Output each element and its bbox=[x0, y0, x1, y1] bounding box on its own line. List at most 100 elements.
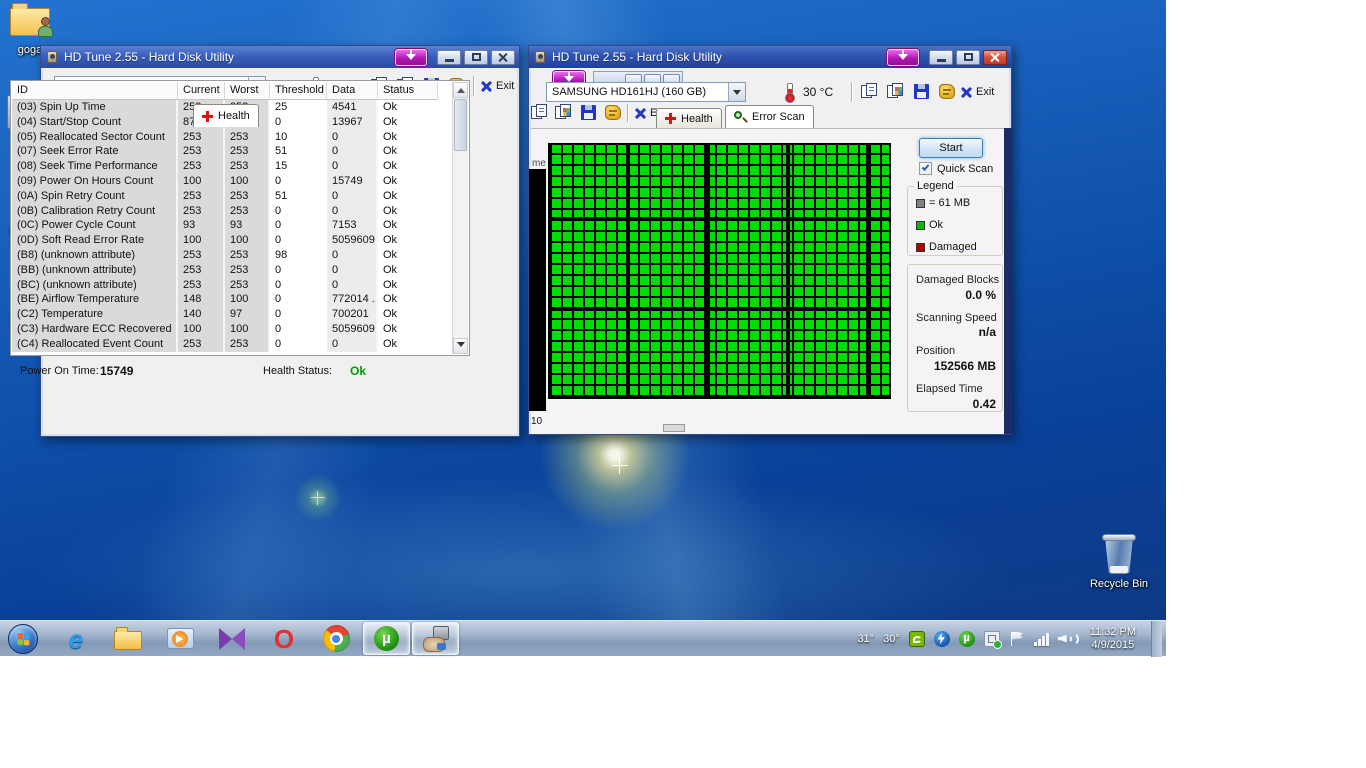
drive-selector[interactable]: SAMSUNG HD161HJ (160 GB) bbox=[546, 82, 746, 102]
action-center-flag-icon[interactable] bbox=[1009, 631, 1025, 647]
health-icon bbox=[665, 113, 676, 124]
smart-cell: (BE) Airflow Temperature bbox=[12, 292, 178, 307]
tab-health[interactable]: Health bbox=[193, 104, 259, 127]
start-button[interactable] bbox=[8, 624, 38, 654]
smart-attribute-row[interactable]: (C4) Reallocated Event Count25325300Ok bbox=[12, 337, 438, 352]
smart-cell: Ok bbox=[378, 115, 438, 130]
smart-attribute-row[interactable]: (0B) Calibration Retry Count25325300Ok bbox=[12, 204, 438, 219]
hdtune-drop-button[interactable] bbox=[395, 49, 427, 66]
smart-cell: 253 bbox=[225, 263, 270, 278]
smart-cell: 0 bbox=[327, 130, 378, 145]
taskbar-icon-hdtune-active[interactable] bbox=[412, 622, 459, 655]
smart-cell: (07) Seek Error Rate bbox=[12, 144, 178, 159]
desktop-icon-user-folder[interactable] bbox=[10, 8, 50, 36]
smart-attribute-row[interactable]: (07) Seek Error Rate253253510Ok bbox=[12, 144, 438, 159]
legend-green-swatch bbox=[916, 221, 925, 230]
col-header-id[interactable]: ID bbox=[12, 82, 178, 99]
show-desktop-button[interactable] bbox=[1151, 621, 1162, 657]
artifact-text: me bbox=[532, 158, 546, 169]
col-header-threshold[interactable]: Threshold bbox=[270, 82, 327, 99]
clock[interactable]: 11:32 PM 4/9/2015 bbox=[1084, 626, 1142, 652]
smart-attribute-row[interactable]: (BB) (unknown attribute)25325300Ok bbox=[12, 263, 438, 278]
col-header-worst[interactable]: Worst bbox=[225, 82, 270, 99]
smart-cell: 100 bbox=[178, 322, 225, 337]
taskbar-icon-explorer[interactable] bbox=[108, 622, 148, 656]
smart-cell: 0 bbox=[327, 337, 378, 352]
legend-label: Ok bbox=[929, 219, 943, 231]
smart-attribute-row[interactable]: (B8) (unknown attribute)253253980Ok bbox=[12, 248, 438, 263]
smart-attribute-row[interactable]: (0C) Power Cycle Count939307153Ok bbox=[12, 218, 438, 233]
smart-attribute-row[interactable]: (C3) Hardware ECC Recovered1001000505960… bbox=[12, 322, 438, 337]
thermometer-icon bbox=[787, 83, 793, 99]
blue-utility-tray-icon[interactable] bbox=[934, 631, 950, 647]
exit-x-icon bbox=[961, 87, 972, 98]
tab-health[interactable]: Health bbox=[656, 108, 722, 128]
network-signal-icon[interactable] bbox=[1034, 632, 1049, 646]
exit-button[interactable]: Exit bbox=[961, 86, 994, 98]
start-scan-button[interactable]: Start bbox=[919, 138, 983, 158]
smart-cell: Ok bbox=[378, 263, 438, 278]
scanning-speed-label: Scanning Speed bbox=[916, 312, 997, 324]
minimize-button[interactable] bbox=[929, 50, 953, 65]
safely-remove-usb-icon[interactable] bbox=[984, 631, 1000, 647]
smart-attribute-row[interactable]: (BC) (unknown attribute)25325300Ok bbox=[12, 278, 438, 293]
utorrent-tray-icon[interactable]: µ bbox=[959, 631, 975, 647]
smart-attribute-row[interactable]: (0D) Soft Read Error Rate10010005059609O… bbox=[12, 233, 438, 248]
smart-attribute-row[interactable]: (C2) Temperature140970700201Ok bbox=[12, 307, 438, 322]
smart-cell: 253 bbox=[178, 263, 225, 278]
close-button[interactable] bbox=[491, 50, 515, 65]
taskbar-icon-internet-explorer[interactable]: e bbox=[56, 622, 96, 656]
col-header-status[interactable]: Status bbox=[378, 82, 438, 99]
artifact-exit-button: E bbox=[635, 107, 657, 119]
health-status-value: Ok bbox=[350, 364, 366, 378]
smart-attribute-row[interactable]: (09) Power On Hours Count100100015749Ok bbox=[12, 174, 438, 189]
desktop-icon-recycle-bin[interactable] bbox=[1102, 532, 1136, 576]
taskbar-icon-chrome[interactable] bbox=[316, 622, 356, 656]
smart-attribute-row[interactable]: (0A) Spin Retry Count253253510Ok bbox=[12, 189, 438, 204]
maximize-button[interactable] bbox=[956, 50, 980, 65]
volume-icon[interactable] bbox=[1058, 631, 1075, 647]
col-header-data[interactable]: Data bbox=[327, 82, 378, 99]
tab-error-scan[interactable]: Error Scan bbox=[725, 105, 814, 128]
table-scrollbar[interactable] bbox=[452, 82, 468, 354]
nvidia-tray-icon[interactable] bbox=[909, 631, 925, 647]
wallpaper-sparkle bbox=[612, 458, 628, 474]
desktop-icon-label[interactable]: Recycle Bin bbox=[1086, 578, 1152, 590]
hdtune-drop-button[interactable] bbox=[887, 49, 919, 66]
maximize-button[interactable] bbox=[464, 50, 488, 65]
close-button[interactable] bbox=[983, 50, 1007, 65]
save-icon[interactable] bbox=[914, 84, 936, 104]
window-titlebar[interactable]: HD Tune 2.55 - Hard Disk Utility bbox=[529, 46, 1011, 68]
smart-attribute-row[interactable]: (BE) Airflow Temperature1481000772014 ..… bbox=[12, 292, 438, 307]
smart-attribute-row[interactable]: (05) Reallocated Sector Count253253100Ok bbox=[12, 130, 438, 145]
options-icon[interactable] bbox=[939, 84, 961, 104]
quick-scan-checkbox[interactable]: Quick Scan bbox=[919, 162, 993, 175]
legend-title: Legend bbox=[914, 180, 957, 192]
window-titlebar[interactable]: HD Tune 2.55 - Hard Disk Utility bbox=[41, 46, 519, 68]
dropdown-arrow-icon[interactable] bbox=[728, 83, 745, 101]
scroll-up-button[interactable] bbox=[453, 82, 468, 98]
artifact-black-strip bbox=[529, 169, 546, 411]
taskbar-icon-media-player[interactable] bbox=[160, 622, 200, 656]
taskbar-icon-opera[interactable]: O bbox=[264, 622, 304, 656]
tray-temp-1: 31° bbox=[857, 633, 874, 645]
scrollbar-thumb[interactable] bbox=[454, 99, 467, 151]
smart-cell: 0 bbox=[270, 204, 327, 219]
smart-cell: 100 bbox=[225, 233, 270, 248]
smart-cell: 7153 bbox=[327, 218, 378, 233]
taskbar-icon-kmplayer[interactable] bbox=[212, 622, 252, 656]
tab-label: Health bbox=[681, 113, 713, 125]
opera-icon: O bbox=[274, 626, 294, 652]
scroll-down-button[interactable] bbox=[453, 338, 468, 354]
checkbox-checked-icon[interactable] bbox=[919, 162, 932, 175]
smart-cell: 253 bbox=[225, 144, 270, 159]
copy-image-icon[interactable] bbox=[887, 83, 909, 103]
smart-cell: Ok bbox=[378, 174, 438, 189]
smart-attribute-row[interactable]: (08) Seek Time Performance253253150Ok bbox=[12, 159, 438, 174]
exit-button[interactable]: Exit bbox=[481, 80, 514, 92]
col-header-current[interactable]: Current bbox=[178, 82, 225, 99]
copy-text-icon[interactable] bbox=[861, 83, 883, 103]
taskbar-icon-utorrent-active[interactable]: µ bbox=[363, 622, 410, 655]
minimize-button[interactable] bbox=[437, 50, 461, 65]
health-icon bbox=[202, 111, 213, 122]
